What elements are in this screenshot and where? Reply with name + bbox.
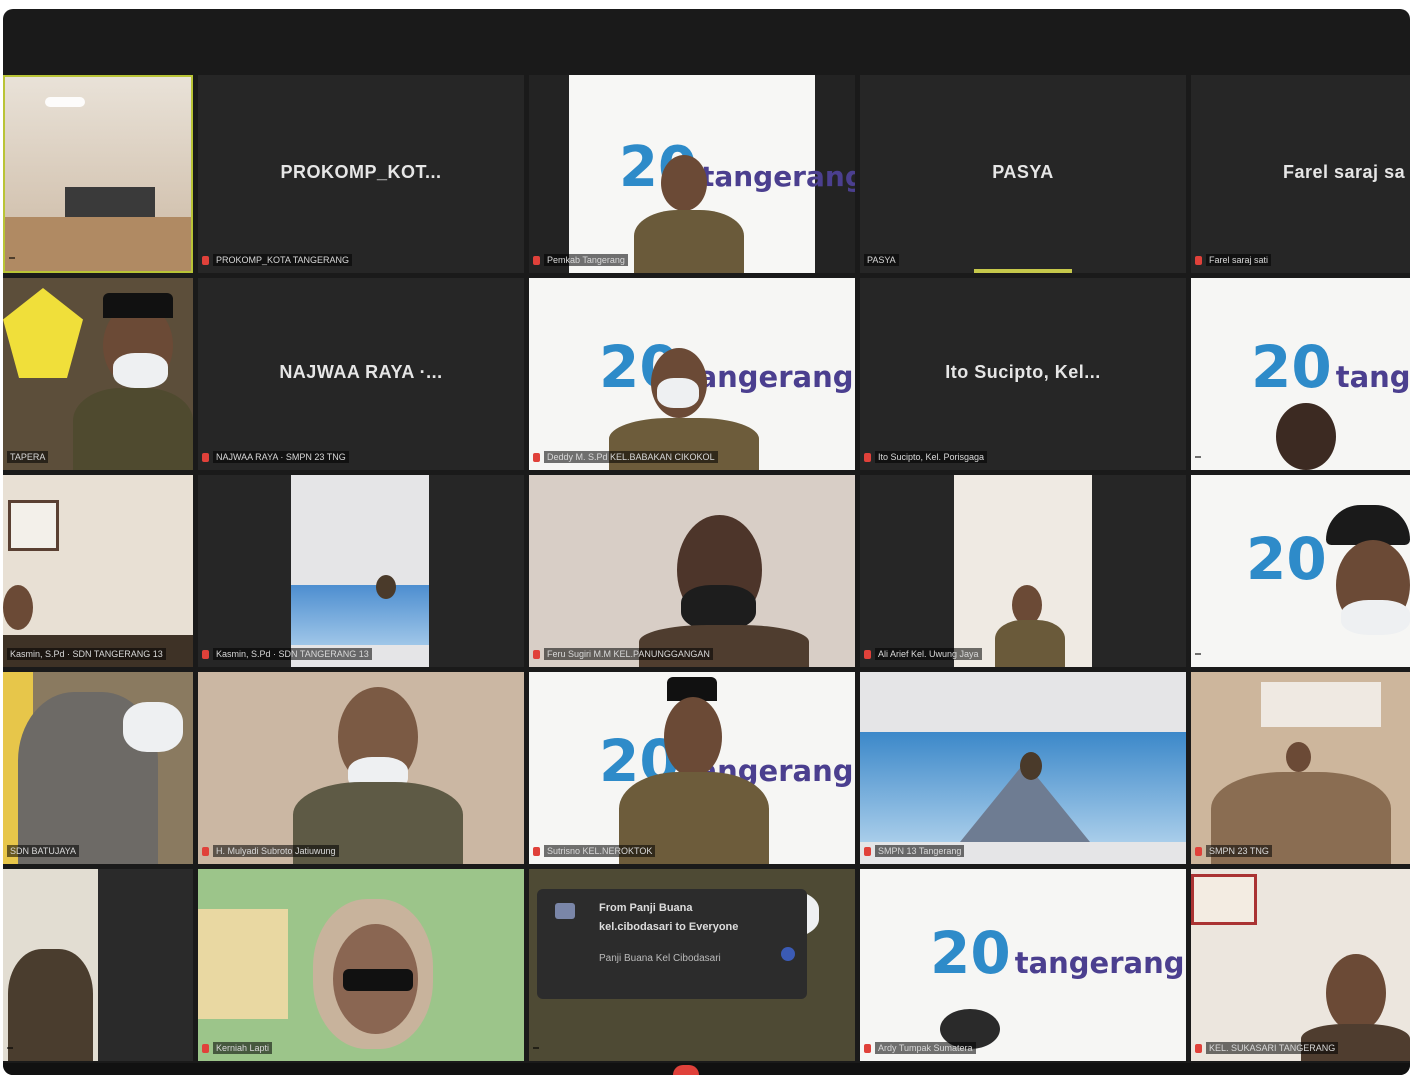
video-tile[interactable]: 20 tangerang Deddy M. S.Pd KEL.BABAKAN CI… (529, 278, 855, 470)
participant-name: SDN BATUJAYA (7, 845, 80, 857)
participant-name: NAJWAA RAYA · SMPN 23 TNG (213, 451, 349, 463)
participant-name: PASYA (864, 254, 899, 266)
mic-muted-icon (202, 846, 209, 856)
participant-name: Feru Sugiri M.M KEL.PANUNGGANGAN (544, 648, 713, 660)
mic-muted-icon (1195, 255, 1202, 265)
kota-tangerang-logo: 20 (1246, 525, 1327, 593)
video-tile[interactable]: Farel saraj sa Farel saraj sati (1191, 75, 1410, 273)
kota-tangerang-logo: 20tangerang (619, 135, 855, 200)
mic-muted-icon (864, 649, 871, 659)
participant-name: TAPERA (7, 451, 49, 463)
reply-icon[interactable] (781, 947, 795, 961)
chat-icon (555, 903, 575, 919)
mic-muted-icon (864, 452, 871, 462)
participant-display-name: Farel saraj sa (1283, 162, 1406, 183)
participant-name: KEL. SUKASARI TANGERANG (1206, 1042, 1339, 1054)
video-tile[interactable]: Kasmin, S.Pd · SDN TANGERANG 13 (198, 475, 524, 667)
participant-name: PROKOMP_KOTA TANGERANG (213, 254, 353, 266)
chat-sender: From Panji Buana kel.cibodasari to Every… (599, 902, 739, 933)
video-tile[interactable]: PROKOMP_KOT... PROKOMP_KOTA TANGERANG (198, 75, 524, 273)
participant-name (9, 257, 15, 259)
participant-name (1195, 456, 1201, 458)
participant-name: Kasmin, S.Pd · SDN TANGERANG 13 (7, 648, 166, 660)
video-tile[interactable]: SMPN 13 Tangerang (860, 672, 1186, 864)
participant-display-name: Ito Sucipto, Kel... (945, 362, 1101, 383)
mic-muted-icon (202, 1043, 209, 1053)
video-tile[interactable]: SMPN 23 TNG (1191, 672, 1410, 864)
participant-name: H. Mulyadi Subroto Jatiuwung (213, 845, 339, 857)
video-tile[interactable]: Ali Arief Kel. Uwung Jaya (860, 475, 1186, 667)
mic-muted-icon (202, 255, 209, 265)
mic-muted-icon (202, 452, 209, 462)
video-tile[interactable]: PASYA PASYA (860, 75, 1186, 273)
mic-muted-icon (864, 846, 871, 856)
participant-name: Sutrisno KEL.NEROKTOK (544, 845, 656, 857)
participant-display-name: PROKOMP_KOT... (280, 162, 442, 183)
kota-tangerang-logo: 20tangerang (599, 333, 854, 401)
video-tile[interactable]: SDN BATUJAYA (3, 672, 193, 864)
kota-tangerang-logo: 20tangerang (930, 919, 1185, 987)
video-tile[interactable]: Kerniah Lapti (198, 869, 524, 1061)
zoom-meeting-window: PROKOMP_KOT... PROKOMP_KOTA TANGERANG 20… (3, 9, 1410, 1075)
video-tile[interactable]: H. Mulyadi Subroto Jatiuwung (198, 672, 524, 864)
chat-message: Panji Buana Kel Cibodasari (599, 953, 721, 964)
participant-name: Kerniah Lapti (213, 1042, 273, 1054)
video-tile[interactable]: 20tangerang (1191, 278, 1410, 470)
mic-muted-icon (533, 452, 540, 462)
video-tile[interactable]: 20 tangerang Pemkab Tangerang (529, 75, 855, 273)
mic-muted-icon (1195, 846, 1202, 856)
chat-notification[interactable]: From Panji Buana kel.cibodasari to Every… (537, 889, 807, 999)
participant-name: SMPN 13 Tangerang (875, 845, 965, 857)
participant-name: SMPN 23 TNG (1206, 845, 1272, 857)
mic-muted-icon (533, 255, 540, 265)
participant-name (7, 1047, 13, 1049)
participant-display-name: PASYA (992, 162, 1054, 183)
video-tile[interactable]: TAPERA (3, 278, 193, 470)
participant-display-name: NAJWAA RAYA ·... (279, 362, 443, 383)
participant-name: Kasmin, S.Pd · SDN TANGERANG 13 (213, 648, 372, 660)
kota-tangerang-logo: 20tangerang (1251, 333, 1410, 401)
speaking-indicator (974, 269, 1072, 273)
mic-muted-icon (864, 1043, 871, 1053)
video-tile[interactable]: Kasmin, S.Pd · SDN TANGERANG 13 (3, 475, 193, 667)
participant-name: Ito Sucipto, Kel. Porisgaga (875, 451, 988, 463)
meeting-toolbar (3, 1063, 1410, 1075)
mic-muted-icon (1195, 1043, 1202, 1053)
video-tile[interactable]: 20 tangerang Sutrisno KEL.NEROKTOK (529, 672, 855, 864)
video-tile[interactable]: Ito Sucipto, Kel... Ito Sucipto, Kel. Po… (860, 278, 1186, 470)
participant-name: Ali Arief Kel. Uwung Jaya (875, 648, 982, 660)
participant-name: Pemkab Tangerang (544, 254, 628, 266)
mic-muted-icon (533, 846, 540, 856)
mic-muted-icon (533, 649, 540, 659)
video-tile[interactable] (3, 869, 193, 1061)
participant-name: Ardy Tumpak Sumatera (875, 1042, 976, 1054)
video-tile[interactable]: 20 (1191, 475, 1410, 667)
mic-muted-icon (202, 649, 209, 659)
participant-name (533, 1047, 539, 1049)
video-tile[interactable]: Feru Sugiri M.M KEL.PANUNGGANGAN (529, 475, 855, 667)
video-tile[interactable]: 20 tangerang Ardy Tumpak Sumatera (860, 869, 1186, 1061)
video-tile[interactable]: KEL. SUKASARI TANGERANG (1191, 869, 1410, 1061)
video-tile[interactable] (3, 75, 193, 273)
participant-name (1195, 653, 1201, 655)
video-tile[interactable]: NAJWAA RAYA ·... NAJWAA RAYA · SMPN 23 T… (198, 278, 524, 470)
participant-name: Deddy M. S.Pd KEL.BABAKAN CIKOKOL (544, 451, 718, 463)
leave-button[interactable] (673, 1065, 699, 1075)
participant-name: Farel saraj sati (1206, 254, 1272, 266)
